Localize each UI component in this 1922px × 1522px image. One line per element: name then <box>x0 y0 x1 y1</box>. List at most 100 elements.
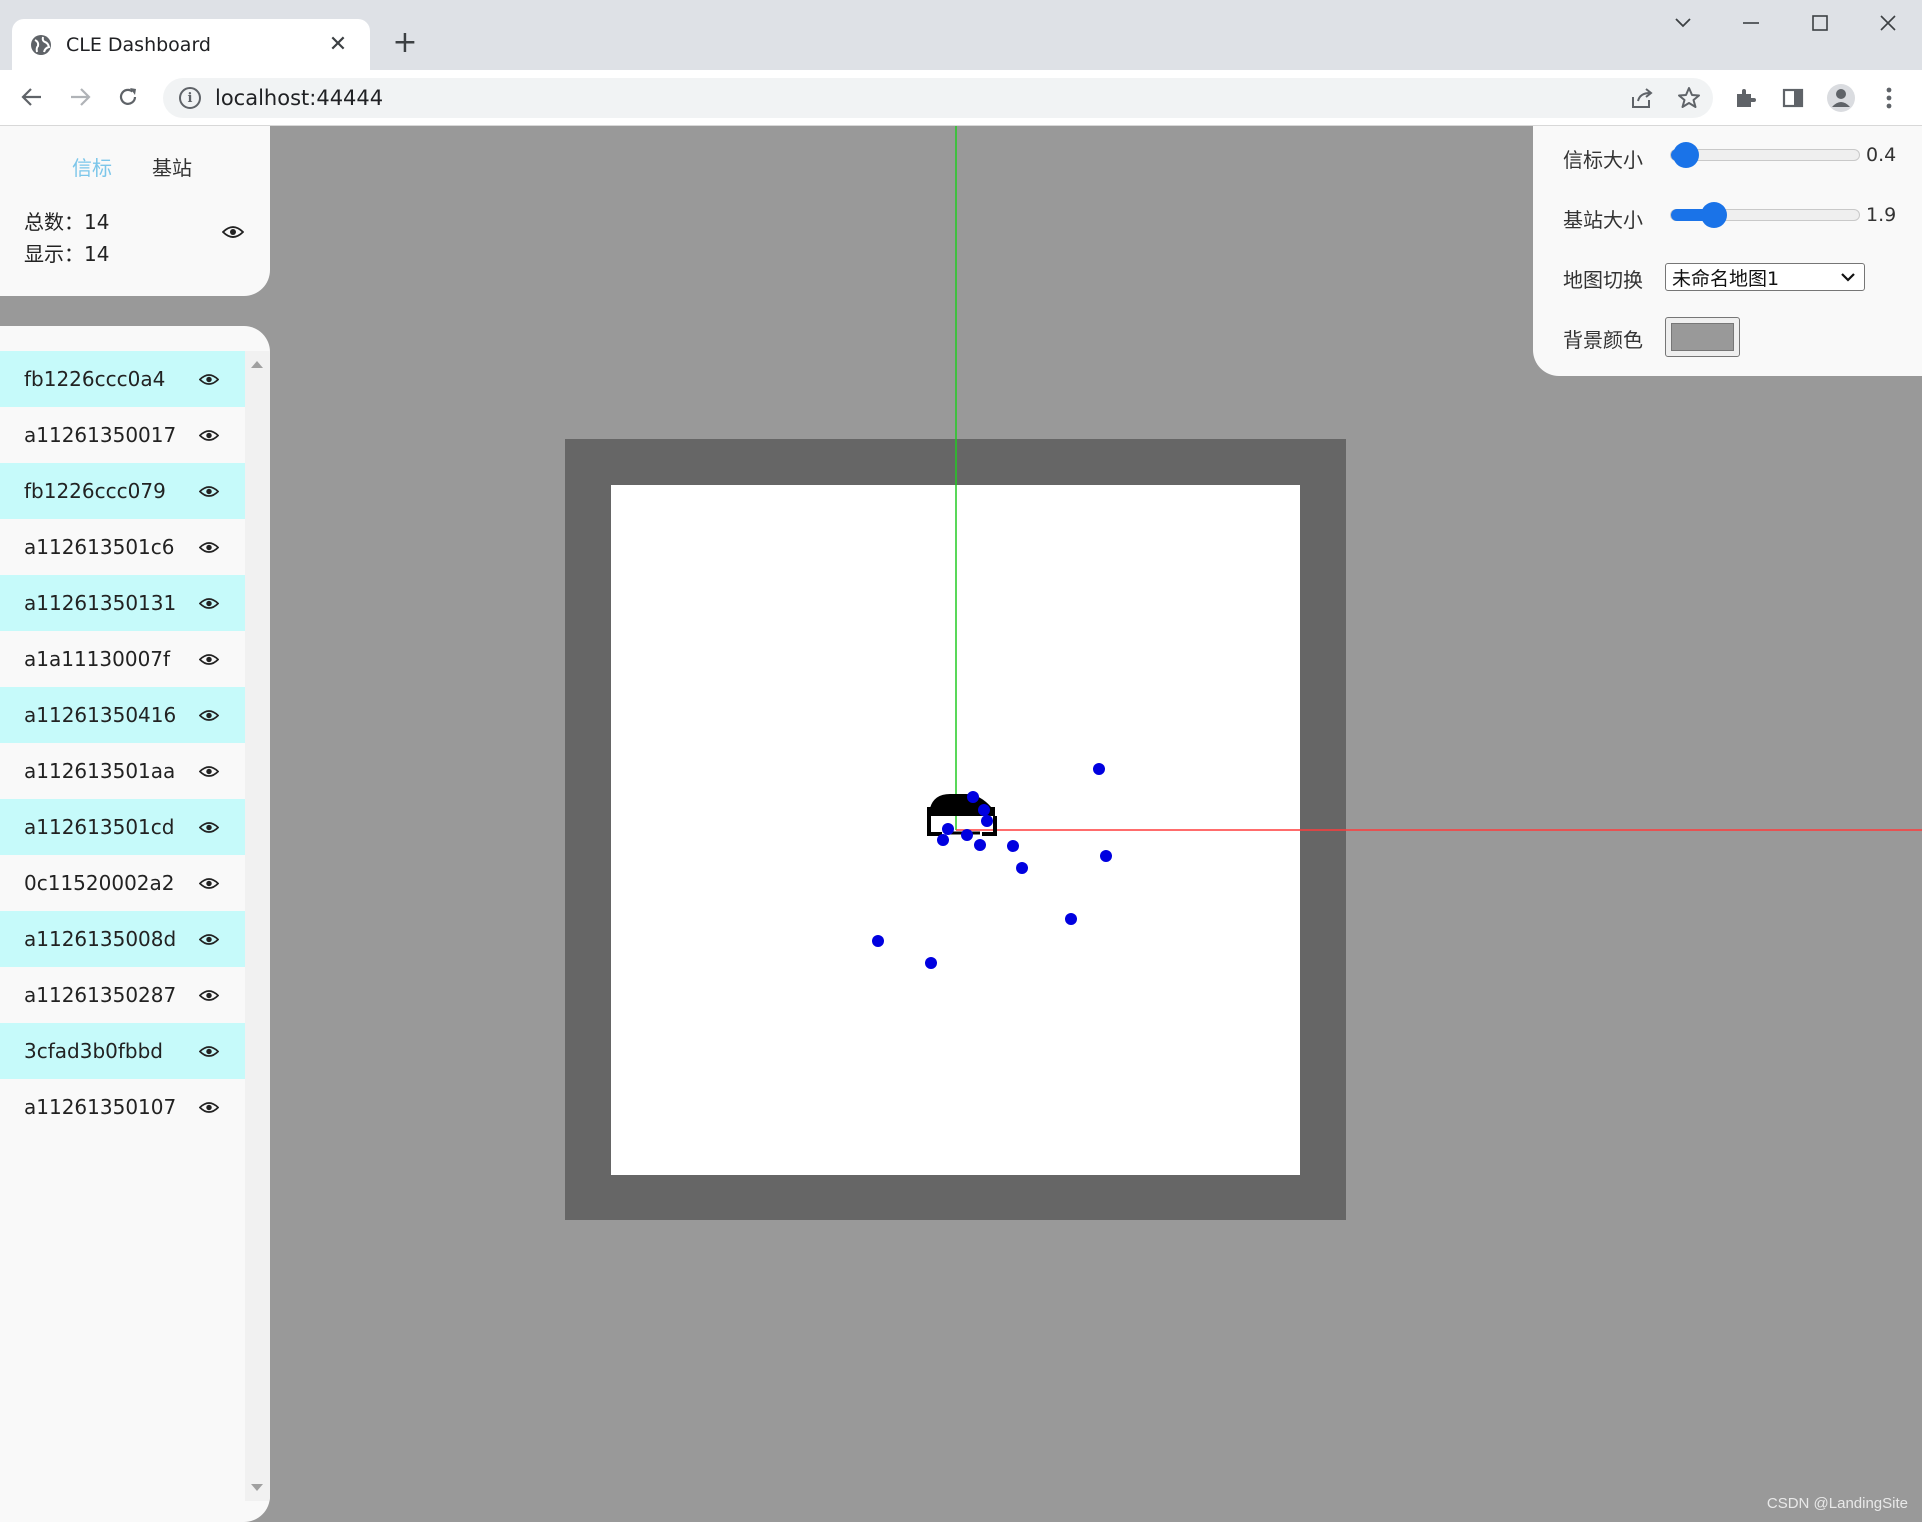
list-item[interactable]: a11261350107 <box>0 1079 245 1135</box>
beacon-dot[interactable] <box>974 839 986 851</box>
beacon-dot[interactable] <box>1007 840 1019 852</box>
slider-thumb[interactable] <box>1701 202 1728 228</box>
eye-icon[interactable] <box>199 821 219 834</box>
color-swatch <box>1671 323 1734 351</box>
beacon-dot[interactable] <box>961 829 973 841</box>
map-select-value: 未命名地图1 <box>1672 267 1780 290</box>
map-switch-label: 地图切换 <box>1563 268 1643 292</box>
beacon-dot[interactable] <box>1016 862 1028 874</box>
maximize-icon[interactable] <box>1797 8 1843 38</box>
browser-menu-icon[interactable] <box>1871 80 1907 116</box>
panel-tabs: 信标 基站 <box>72 152 192 181</box>
beacon-id: a11261350017 <box>24 423 177 447</box>
background-color-label: 背景颜色 <box>1563 328 1643 352</box>
chevron-down-icon <box>1840 267 1856 292</box>
list-item[interactable]: a11261350287 <box>0 967 245 1023</box>
address-bar[interactable]: i localhost:44444 <box>163 78 1713 118</box>
eye-icon[interactable] <box>199 653 219 666</box>
share-icon[interactable] <box>1626 82 1658 114</box>
reload-icon[interactable] <box>110 79 146 115</box>
beacon-dot[interactable] <box>967 791 979 803</box>
list-item[interactable]: 0c11520002a2 <box>0 855 245 911</box>
minimize-icon[interactable] <box>1728 8 1774 38</box>
list-item[interactable]: fb1226ccc0a4 <box>0 351 245 407</box>
back-arrow-icon[interactable] <box>14 79 50 115</box>
beacon-dot[interactable] <box>1093 763 1105 775</box>
list-item[interactable]: a112613501cd <box>0 799 245 855</box>
tab-beacon[interactable]: 信标 <box>72 152 112 181</box>
station-size-value: 1.9 <box>1866 204 1897 226</box>
beacon-id: a112613501c6 <box>24 535 175 559</box>
eye-icon[interactable] <box>199 373 219 386</box>
eye-icon[interactable] <box>199 597 219 610</box>
total-count: 总数：14 <box>24 206 109 235</box>
list-item[interactable]: a112613501aa <box>0 743 245 799</box>
beacon-id: a1126135008d <box>24 927 177 951</box>
beacon-id: a1a11130007f <box>24 647 171 671</box>
list-item[interactable]: a112613501c6 <box>0 519 245 575</box>
extensions-puzzle-icon[interactable] <box>1727 80 1763 116</box>
slider-thumb[interactable] <box>1673 142 1700 168</box>
beacon-id: a112613501cd <box>24 815 175 839</box>
beacon-dot[interactable] <box>1065 913 1077 925</box>
eye-icon[interactable] <box>199 429 219 442</box>
beacon-id: 0c11520002a2 <box>24 871 175 895</box>
beacon-dot[interactable] <box>872 935 884 947</box>
list-scrollbar[interactable] <box>245 351 270 1501</box>
eye-icon[interactable] <box>199 877 219 890</box>
tab-close-icon[interactable]: ✕ <box>324 32 352 57</box>
forward-arrow-icon[interactable] <box>62 79 98 115</box>
beacon-list: fb1226ccc0a4 a11261350017 fb1226ccc079 a112… <box>0 351 245 1135</box>
watermark: CSDN @LandingSite <box>1766 1495 1908 1512</box>
bookmark-star-icon[interactable] <box>1673 82 1705 114</box>
eye-icon[interactable] <box>199 765 219 778</box>
eye-icon[interactable] <box>199 485 219 498</box>
shown-label: 显示： <box>24 242 84 266</box>
beacon-id: a11261350416 <box>24 703 177 727</box>
new-tab-button[interactable]: + <box>388 26 422 60</box>
scroll-down-arrow-icon[interactable] <box>251 1484 263 1491</box>
beacon-dot[interactable] <box>981 815 993 827</box>
tab-base-station[interactable]: 基站 <box>152 152 192 181</box>
eye-icon[interactable] <box>199 933 219 946</box>
list-item[interactable]: fb1226ccc079 <box>0 463 245 519</box>
list-item[interactable]: a1a11130007f <box>0 631 245 687</box>
total-value: 14 <box>84 210 110 234</box>
eye-icon[interactable] <box>199 709 219 722</box>
station-size-slider[interactable] <box>1670 202 1860 228</box>
total-label: 总数： <box>24 210 84 234</box>
window-close-icon[interactable] <box>1865 8 1911 38</box>
beacon-dot[interactable] <box>942 823 954 835</box>
beacon-dot[interactable] <box>937 834 949 846</box>
browser-tab[interactable]: CLE Dashboard ✕ <box>12 19 370 70</box>
tab-strip: CLE Dashboard ✕ + <box>0 0 1922 70</box>
eye-icon[interactable] <box>199 541 219 554</box>
beacon-size-value: 0.4 <box>1866 144 1897 166</box>
list-item[interactable]: 3cfad3b0fbbd <box>0 1023 245 1079</box>
browser-toolbar: i localhost:44444 <box>0 70 1922 126</box>
toggle-all-eye-icon[interactable] <box>221 224 245 243</box>
list-item[interactable]: a1126135008d <box>0 911 245 967</box>
globe-icon <box>30 34 52 56</box>
side-panel-icon[interactable] <box>1775 80 1811 116</box>
map-select[interactable]: 未命名地图1 <box>1665 263 1865 291</box>
beacon-dot[interactable] <box>925 957 937 969</box>
list-item[interactable]: a11261350017 <box>0 407 245 463</box>
beacon-id: a11261350287 <box>24 983 177 1007</box>
beacon-dot[interactable] <box>1100 850 1112 862</box>
list-item[interactable]: a11261350131 <box>0 575 245 631</box>
background-color-picker[interactable] <box>1665 317 1740 357</box>
beacon-id: fb1226ccc079 <box>24 479 166 503</box>
beacon-dot[interactable] <box>978 804 990 816</box>
eye-icon[interactable] <box>199 1045 219 1058</box>
profile-avatar-icon[interactable] <box>1823 80 1859 116</box>
list-item[interactable]: a11261350416 <box>0 687 245 743</box>
eye-icon[interactable] <box>199 1101 219 1114</box>
tab-search-chevron-icon[interactable] <box>1660 8 1706 38</box>
eye-icon[interactable] <box>199 989 219 1002</box>
tab-title: CLE Dashboard <box>66 33 211 56</box>
site-info-icon[interactable]: i <box>179 87 201 109</box>
beacon-list-panel: fb1226ccc0a4 a11261350017 fb1226ccc079 a112… <box>0 326 270 1522</box>
scroll-up-arrow-icon[interactable] <box>251 361 263 368</box>
beacon-size-slider[interactable] <box>1670 142 1860 168</box>
